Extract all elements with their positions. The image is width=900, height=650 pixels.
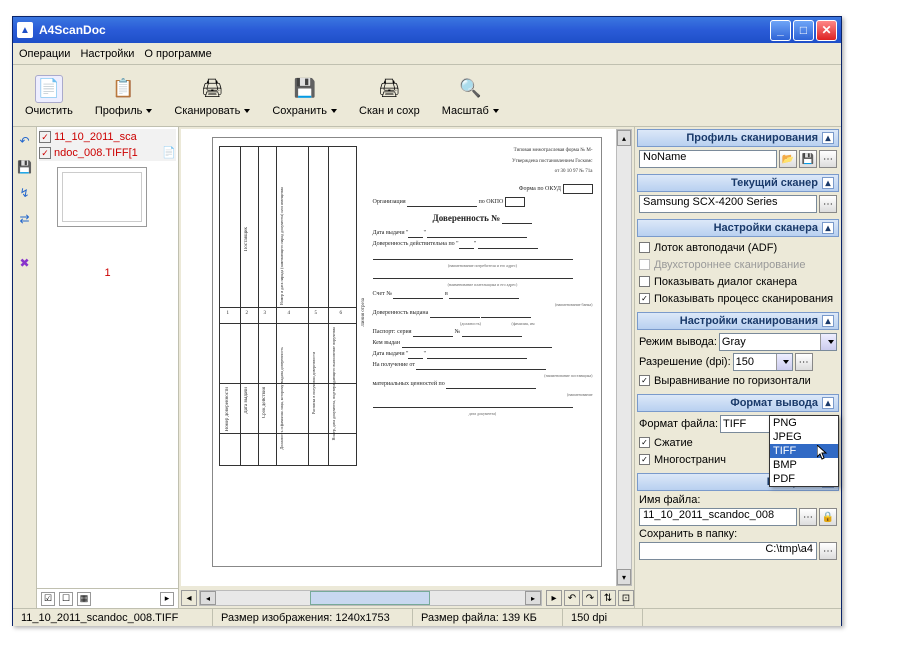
collapse-icon[interactable]: ▴ bbox=[822, 222, 834, 234]
profile-button[interactable]: 📋Профиль bbox=[95, 75, 153, 117]
mode-label: Режим вывода: bbox=[639, 336, 717, 348]
insert-icon[interactable]: ↯ bbox=[17, 185, 33, 201]
filename-input[interactable]: 11_10_2011_scandoc_008 bbox=[639, 508, 797, 526]
rotate-left-icon[interactable]: ↶ bbox=[17, 133, 33, 149]
profile-name-input[interactable]: NoName bbox=[639, 150, 777, 168]
menu-about[interactable]: О программе bbox=[144, 48, 211, 60]
prev-page-icon[interactable]: ◂ bbox=[181, 590, 197, 606]
profile-save-icon[interactable]: 💾 bbox=[799, 150, 817, 168]
duplex-checkbox: Двухстороннее сканирование bbox=[639, 257, 837, 272]
section-scanparams-header[interactable]: Настройки сканирования▴ bbox=[637, 312, 839, 330]
adf-checkbox[interactable]: Лоток автоподачи (ADF) bbox=[639, 240, 837, 255]
merge-icon[interactable]: ⇄ bbox=[17, 211, 33, 227]
dialog-checkbox[interactable]: Показывать диалог сканера bbox=[639, 274, 837, 289]
format-option-bmp[interactable]: BMP bbox=[770, 458, 838, 472]
minimize-button[interactable]: _ bbox=[770, 20, 791, 41]
filename-lock-icon[interactable]: 🔒 bbox=[819, 508, 837, 526]
section-scanset-header[interactable]: Настройки сканера▴ bbox=[637, 219, 839, 237]
check-all-icon[interactable]: ☑ bbox=[41, 592, 55, 606]
right-icon[interactable]: ▸ bbox=[160, 592, 174, 606]
preview-footer: ◂ ◂▸ ▸ ↶ ↷ ⇅ ⊡ bbox=[179, 588, 634, 608]
maximize-button[interactable]: □ bbox=[793, 20, 814, 41]
scanner-name-input[interactable]: Samsung SCX-4200 Series bbox=[639, 195, 817, 213]
section-scanner-header[interactable]: Текущий сканер▴ bbox=[637, 174, 839, 192]
flip-icon[interactable]: ⇅ bbox=[600, 590, 616, 606]
page-thumbnail[interactable] bbox=[57, 167, 147, 227]
toolbar: 📄Очистить 📋Профиль 🖨Сканировать 💾Сохрани… bbox=[13, 65, 841, 127]
format-label: Формат файла: bbox=[639, 418, 718, 430]
save-button[interactable]: 💾Сохранить bbox=[272, 75, 337, 117]
mode-select[interactable]: Gray bbox=[719, 333, 837, 351]
menu-settings[interactable]: Настройки bbox=[80, 48, 134, 60]
crop-icon[interactable]: ⊡ bbox=[618, 590, 634, 606]
next-page-icon[interactable]: ▸ bbox=[546, 590, 562, 606]
collapse-icon[interactable]: ▴ bbox=[822, 315, 834, 327]
scan-button[interactable]: 🖨Сканировать bbox=[174, 75, 250, 117]
scan-save-button[interactable]: 🖨Скан и сохр bbox=[359, 75, 420, 117]
menu-operations[interactable]: Операции bbox=[19, 48, 70, 60]
settings-panel: Профиль сканирования▴ NoName 📂 💾 ⋯ Текущ… bbox=[635, 127, 841, 608]
status-file: 11_10_2011_scandoc_008.TIFF bbox=[13, 609, 213, 626]
collapse-icon[interactable]: ▴ bbox=[822, 177, 834, 189]
scrollbar-horizontal[interactable]: ◂▸ bbox=[199, 590, 542, 606]
status-imgsize: Размер изображения: 1240x1753 bbox=[213, 609, 413, 626]
folder-label: Сохранить в папку: bbox=[639, 528, 837, 540]
align-checkbox[interactable]: ✓Выравнивание по горизонтали bbox=[639, 373, 837, 388]
clear-button[interactable]: 📄Очистить bbox=[25, 75, 73, 117]
progress-checkbox[interactable]: ✓Показывать процесс сканирования bbox=[639, 291, 837, 306]
status-filesize: Размер файла: 139 КБ bbox=[413, 609, 563, 626]
folder-input[interactable]: C:\tmp\a4 bbox=[639, 542, 817, 560]
dpi-more-icon[interactable]: ⋯ bbox=[795, 353, 813, 371]
folder-more-icon[interactable]: ⋯ bbox=[819, 542, 837, 560]
status-dpi: 150 dpi bbox=[563, 609, 643, 626]
app-icon: ▲ bbox=[17, 22, 33, 38]
side-toolbar: ↶ 💾 ↯ ⇄ ✖ bbox=[13, 127, 37, 608]
profile-open-icon[interactable]: 📂 bbox=[779, 150, 797, 168]
collapse-icon[interactable]: ▴ bbox=[822, 397, 834, 409]
filename-more-icon[interactable]: ⋯ bbox=[799, 508, 817, 526]
scrollbar-vertical[interactable]: ▴▾ bbox=[616, 129, 632, 586]
delete-icon[interactable]: ✖ bbox=[17, 255, 33, 271]
file-name: ndoc_008.TIFF[1 bbox=[54, 147, 138, 159]
preview-area[interactable]: Номер доверенности Дата выдачи Срок дейс… bbox=[181, 129, 632, 586]
titlebar[interactable]: ▲ A4ScanDoc _ □ ✕ bbox=[13, 17, 841, 43]
close-button[interactable]: ✕ bbox=[816, 20, 837, 41]
file-panel: ✓ 11_10_2011_sca ✓ ndoc_008.TIFF[1 📄 1 ☑… bbox=[37, 127, 179, 608]
file-footer: ☑ ☐ ▦ ▸ bbox=[37, 588, 178, 608]
file-list: ✓ 11_10_2011_sca ✓ ndoc_008.TIFF[1 📄 1 bbox=[37, 127, 178, 588]
document-preview: Номер доверенности Дата выдачи Срок дейс… bbox=[212, 137, 602, 567]
save-icon[interactable]: 💾 bbox=[17, 159, 33, 175]
menubar: Операции Настройки О программе bbox=[13, 43, 841, 65]
uncheck-all-icon[interactable]: ☐ bbox=[59, 592, 73, 606]
rotate-ccw-icon[interactable]: ↶ bbox=[564, 590, 580, 606]
app-title: A4ScanDoc bbox=[39, 23, 106, 37]
filename-label: Имя файла: bbox=[639, 494, 837, 506]
preview-panel: Номер доверенности Дата выдачи Срок дейс… bbox=[179, 127, 635, 608]
section-format-header[interactable]: Формат вывода▴ bbox=[637, 394, 839, 412]
format-option-png[interactable]: PNG bbox=[770, 416, 838, 430]
zoom-button[interactable]: 🔍Масштаб bbox=[442, 75, 499, 117]
list-item[interactable]: ✓ 11_10_2011_sca bbox=[39, 129, 176, 145]
rotate-cw-icon[interactable]: ↷ bbox=[582, 590, 598, 606]
pdf-icon: 📄 bbox=[162, 146, 176, 160]
app-window: ▲ A4ScanDoc _ □ ✕ Операции Настройки О п… bbox=[12, 16, 842, 626]
profile-more-icon[interactable]: ⋯ bbox=[819, 150, 837, 168]
format-dropdown[interactable]: PNG JPEG TIFF BMP PDF bbox=[769, 415, 839, 487]
section-profile-header[interactable]: Профиль сканирования▴ bbox=[637, 129, 839, 147]
format-option-tiff[interactable]: TIFF bbox=[770, 444, 838, 458]
scanner-more-icon[interactable]: ⋯ bbox=[819, 195, 837, 213]
dpi-label: Разрешение (dpi): bbox=[639, 356, 731, 368]
page-number: 1 bbox=[39, 267, 176, 279]
content-area: ↶ 💾 ↯ ⇄ ✖ ✓ 11_10_2011_sca ✓ ndoc_008.TI… bbox=[13, 127, 841, 608]
checkbox-icon[interactable]: ✓ bbox=[39, 131, 51, 143]
checkbox-icon[interactable]: ✓ bbox=[39, 147, 51, 159]
format-option-pdf[interactable]: PDF bbox=[770, 472, 838, 486]
format-option-jpeg[interactable]: JPEG bbox=[770, 430, 838, 444]
file-name: 11_10_2011_sca bbox=[54, 131, 137, 143]
boxes-icon[interactable]: ▦ bbox=[77, 592, 91, 606]
dpi-select[interactable]: 150 bbox=[733, 353, 793, 371]
list-item[interactable]: ✓ ndoc_008.TIFF[1 📄 bbox=[39, 145, 176, 161]
statusbar: 11_10_2011_scandoc_008.TIFF Размер изобр… bbox=[13, 608, 841, 626]
collapse-icon[interactable]: ▴ bbox=[822, 132, 834, 144]
